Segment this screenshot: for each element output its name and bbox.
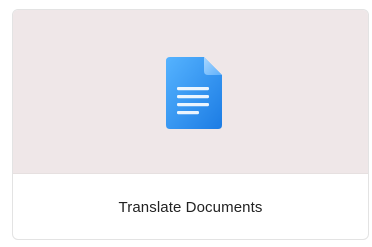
document-icon: [166, 57, 222, 129]
card-preview: [13, 10, 368, 174]
card-footer: Translate Documents: [13, 174, 368, 239]
card-label: Translate Documents: [118, 199, 263, 216]
translate-documents-card[interactable]: Translate Documents: [12, 9, 369, 240]
